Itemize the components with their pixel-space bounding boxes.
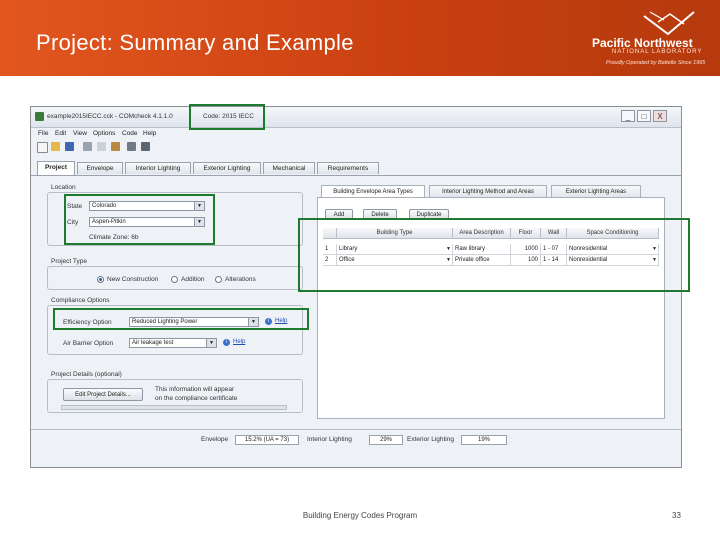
app-icon [35,112,44,121]
air-barrier-label: Air Barrier Option [63,340,114,347]
cut-icon[interactable] [83,142,92,151]
efficiency-highlight-box [53,308,309,330]
radio-addition-label: Addition [181,276,205,283]
save-icon[interactable] [65,142,74,151]
menu-file[interactable]: File [38,130,48,137]
paste-icon[interactable] [111,142,120,151]
window-title: example2015IECC.cck - COMcheck 4.1.1.0 [47,113,173,120]
menu-view[interactable]: View [73,130,87,137]
tab-building-envelope-area-types[interactable]: Building Envelope Area Types [321,185,425,197]
toolbar [31,140,681,154]
tab-exterior-lighting[interactable]: Exterior Lighting [193,162,261,174]
envelope-status-value: 15.2% (UA = 73) [235,435,299,445]
menu-bar: File Edit View Options Code Help [31,128,681,139]
chevron-down-icon: ▼ [206,339,216,347]
slide-title: Project: Summary and Example [36,30,354,55]
lock-icon[interactable] [127,142,136,151]
air-barrier-help-link[interactable]: Help [233,339,245,345]
info-icon[interactable]: i [223,339,230,346]
menu-options[interactable]: Options [93,130,115,137]
envelope-status-label: Envelope [201,436,229,443]
window-titlebar[interactable]: example2015IECC.cck - COMcheck 4.1.1.0 C… [31,107,681,128]
tab-requirements[interactable]: Requirements [317,162,379,174]
footer-text: Building Energy Codes Program [302,511,418,520]
air-barrier-select[interactable]: Air leakage test ▼ [129,338,217,348]
open-folder-icon[interactable] [51,142,60,151]
tab-envelope[interactable]: Envelope [77,162,123,174]
copy-icon[interactable] [97,142,106,151]
exterior-lighting-status-value: 19% [461,435,507,445]
logo-name: Pacific Northwest [592,36,693,50]
radio-addition[interactable] [171,276,178,283]
interior-lighting-status-label: Interior Lighting [307,436,352,443]
status-bar: Envelope 15.2% (UA = 73) Interior Lighti… [31,429,681,448]
logo-subtitle: NATIONAL LABORATORY [612,49,703,55]
radio-new-construction[interactable] [97,276,104,283]
air-barrier-value: Air leakage test [132,340,174,346]
maximize-button[interactable]: □ [637,110,651,122]
tab-exterior-lighting-areas[interactable]: Exterior Lighting Areas [551,185,641,197]
menu-help[interactable]: Help [143,130,156,137]
interior-lighting-status-value: 29% [369,435,403,445]
tab-interior-lighting[interactable]: Interior Lighting [125,162,191,174]
tab-mechanical[interactable]: Mechanical [263,162,315,174]
tab-interior-lighting-method-areas[interactable]: Interior Lighting Method and Areas [429,185,547,197]
edit-project-details-button[interactable]: Edit Project Details... [63,388,143,401]
page-number: 33 [672,511,681,520]
menu-edit[interactable]: Edit [55,130,66,137]
project-details-note-line2: on the compliance certificate [155,395,238,402]
horizontal-scrollbar[interactable] [61,405,287,410]
exterior-lighting-status-label: Exterior Lighting [407,436,454,443]
print-icon[interactable] [141,142,150,151]
tab-project[interactable]: Project [37,161,75,175]
compliance-options-title: Compliance Options [51,297,110,304]
logo-tagline: Proudly Operated by Battelle Since 1965 [606,60,706,66]
radio-alterations-label: Alterations [225,276,256,283]
project-details-title: Project Details (optional) [51,371,122,378]
location-highlight-box [64,194,215,245]
minimize-button[interactable]: _ [621,110,635,122]
radio-new-construction-label: New Construction [107,276,159,283]
radio-alterations[interactable] [215,276,222,283]
close-button[interactable]: X [653,110,667,122]
project-details-note-line1: This information will appear [155,386,235,393]
new-file-icon[interactable] [37,142,48,153]
main-tab-bar: Project Envelope Interior Lighting Exter… [31,161,681,176]
table-highlight-box [298,218,690,292]
menu-code[interactable]: Code [122,130,138,137]
code-label-highlight-box [189,104,265,130]
location-title: Location [51,184,76,191]
project-type-title: Project Type [51,258,88,265]
